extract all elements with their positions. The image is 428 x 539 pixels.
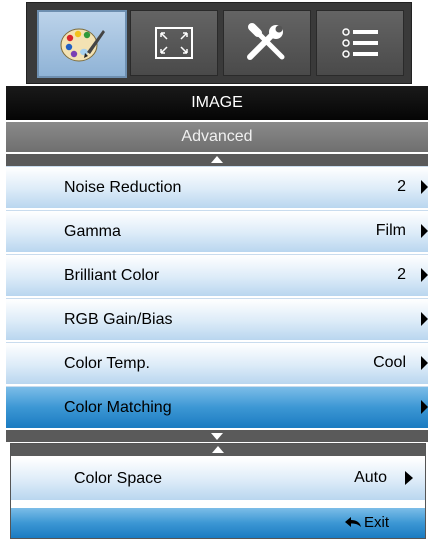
menu-item-brilliant-color[interactable]: Brilliant Color 2 bbox=[6, 254, 428, 296]
tab-image[interactable] bbox=[37, 10, 127, 78]
menu-tabs bbox=[0, 0, 428, 88]
scroll-up-icon bbox=[212, 446, 224, 453]
submenu-item-color-space[interactable]: Color Space Auto bbox=[11, 458, 425, 500]
menu-item-label: Brilliant Color bbox=[64, 267, 160, 284]
menu-item-rgb-gain-bias[interactable]: RGB Gain/Bias bbox=[6, 298, 428, 340]
arrow-right-icon bbox=[421, 224, 428, 238]
tab-bar bbox=[26, 2, 412, 84]
arrow-right-icon bbox=[421, 180, 428, 194]
menu-item-noise-reduction[interactable]: Noise Reduction 2 bbox=[6, 166, 428, 208]
submenu-item-label: Color Space bbox=[74, 470, 163, 487]
menu-item-label: Color Temp. bbox=[64, 355, 150, 372]
palette-icon bbox=[60, 28, 105, 62]
menu-item-value: Film bbox=[375, 222, 406, 239]
scroll-down-strip[interactable] bbox=[6, 430, 428, 442]
list-icon bbox=[342, 28, 378, 58]
arrow-right-icon bbox=[421, 400, 428, 414]
arrow-right-icon bbox=[405, 471, 413, 485]
exit-label: Exit bbox=[363, 514, 389, 531]
menu-item-label: Gamma bbox=[64, 223, 121, 240]
return-arrow-icon bbox=[345, 517, 361, 527]
tools-icon bbox=[247, 23, 285, 60]
menu-item-label: Noise Reduction bbox=[64, 179, 182, 196]
menu-item-value: Cool bbox=[373, 354, 406, 371]
scroll-up-strip[interactable] bbox=[6, 154, 428, 166]
menu-item-value: 2 bbox=[397, 266, 406, 283]
scroll-up-icon bbox=[211, 156, 223, 163]
menu-subtitle: Advanced bbox=[6, 122, 428, 152]
tab-display[interactable] bbox=[130, 10, 218, 76]
tab-options[interactable] bbox=[316, 10, 404, 76]
menu-item-color-temp[interactable]: Color Temp. Cool bbox=[6, 342, 428, 384]
menu-title: IMAGE bbox=[6, 86, 428, 120]
exit-button[interactable]: Exit bbox=[11, 508, 425, 538]
submenu-scroll-up[interactable] bbox=[11, 444, 425, 456]
menu-item-label: Color Matching bbox=[64, 399, 172, 416]
submenu-item-value: Auto bbox=[354, 469, 387, 486]
tab-setup[interactable] bbox=[223, 10, 311, 76]
menu-item-color-matching[interactable]: Color Matching bbox=[6, 386, 428, 428]
scroll-down-icon bbox=[211, 433, 223, 440]
arrow-right-icon bbox=[421, 268, 428, 282]
menu-item-gamma[interactable]: Gamma Film bbox=[6, 210, 428, 252]
arrow-right-icon bbox=[421, 356, 428, 370]
screen-resize-icon bbox=[155, 27, 193, 59]
arrow-right-icon bbox=[421, 312, 428, 326]
menu-item-value: 2 bbox=[397, 178, 406, 195]
menu-item-label: RGB Gain/Bias bbox=[64, 311, 173, 328]
